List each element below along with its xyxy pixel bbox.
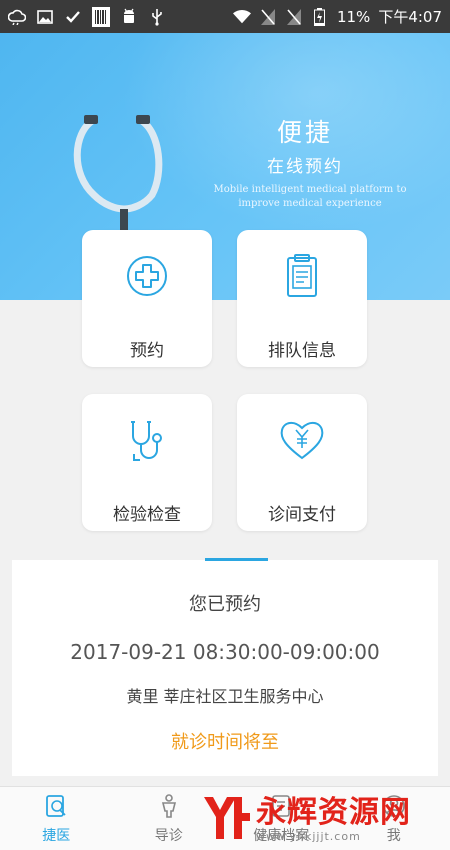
- card-lab-exam-label: 检验检查: [113, 505, 181, 525]
- clock: 下午4:07: [378, 8, 442, 26]
- watermark-text: 永辉资源网 www.yhkjjjt.com: [256, 794, 411, 843]
- clipboard-icon: [287, 254, 317, 297]
- card-clinic-payment-label: 诊间支付: [268, 505, 336, 525]
- no-signal-icon: [259, 8, 277, 26]
- doctor-card-icon: [46, 795, 66, 817]
- watermark-brand: 永辉资源网: [256, 794, 411, 830]
- appointment-status: 就诊时间将至: [171, 732, 279, 753]
- appointment-panel[interactable]: 您已预约 2017-09-21 08:30:00-09:00:00 黄里 莘庄社…: [12, 558, 438, 776]
- card-queue-info[interactable]: 排队信息: [237, 230, 367, 367]
- watermark: 永辉资源网 www.yhkjjjt.com: [200, 790, 435, 848]
- wifi-icon: [232, 8, 251, 26]
- appointment-location: 黄里 莘庄社区卫生服务中心: [126, 687, 324, 706]
- panel-indicator: [205, 558, 268, 561]
- promo-banner: 便捷 在线预约 Mobile intelligent medical platf…: [0, 33, 450, 300]
- appointment-title: 您已预约: [189, 594, 261, 615]
- battery-icon: [311, 7, 329, 26]
- stethoscope-icon: [131, 421, 162, 461]
- appointment-time: 2017-09-21 08:30:00-09:00:00: [70, 640, 380, 664]
- watermark-url: www.yhkjjjt.com: [256, 829, 361, 843]
- status-bar: 11% 下午4:07: [0, 0, 450, 33]
- heart-yuan-icon: [280, 422, 324, 460]
- usb-icon: [148, 8, 166, 26]
- card-appointment[interactable]: 预约: [82, 230, 212, 367]
- barcode-icon: [92, 6, 110, 27]
- guide-person-icon: [161, 794, 176, 818]
- card-appointment-label: 预约: [130, 341, 164, 361]
- banner-english-tagline: Mobile intelligent medical platform to i…: [210, 183, 410, 211]
- banner-title: 便捷: [276, 118, 333, 147]
- nav-label-guide: 导诊: [154, 828, 183, 844]
- card-clinic-payment[interactable]: 诊间支付: [237, 394, 367, 531]
- card-queue-info-label: 排队信息: [268, 341, 336, 361]
- card-lab-exam[interactable]: 检验检查: [82, 394, 212, 531]
- nav-label-jieyi: 捷医: [42, 828, 71, 844]
- android-icon: [120, 8, 138, 26]
- cloud-icon: [8, 8, 26, 26]
- banner-english-line-2: improve medical experience: [238, 198, 382, 209]
- nav-item-jieyi[interactable]: 捷医: [0, 787, 113, 850]
- image-icon: [36, 8, 54, 26]
- status-icons-right: 11% 下午4:07: [232, 6, 442, 27]
- watermark-logo-icon: [204, 797, 250, 839]
- check-icon: [64, 8, 82, 26]
- status-icons-left: [8, 6, 166, 27]
- banner-subtitle: 在线预约: [267, 157, 343, 177]
- no-signal-icon: [285, 8, 303, 26]
- medical-cross-icon: [127, 256, 167, 296]
- battery-percent: 11%: [336, 7, 371, 26]
- banner-english-line-1: Mobile intelligent medical platform to: [213, 184, 407, 195]
